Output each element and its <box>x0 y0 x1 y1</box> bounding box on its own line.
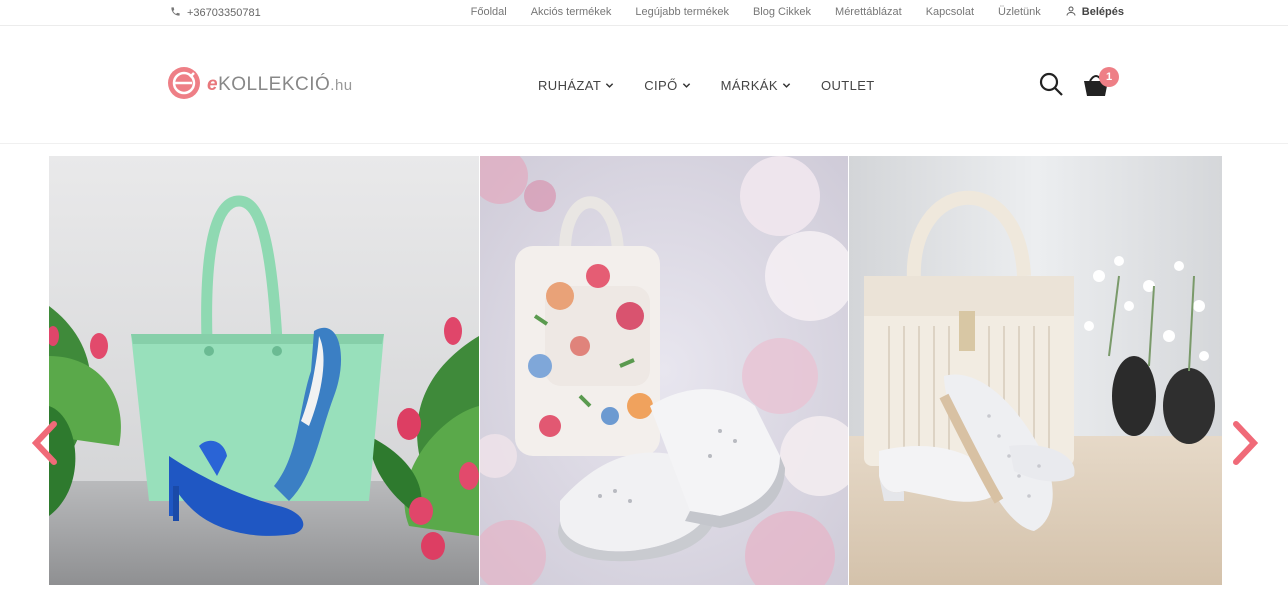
main-navigation: RUHÁZAT CIPŐ MÁRKÁK OUTLET <box>538 74 875 96</box>
nav-item-shoes[interactable]: CIPŐ <box>644 78 690 93</box>
top-link-store[interactable]: Üzletünk <box>998 6 1041 18</box>
cart-icon <box>1082 75 1110 102</box>
logo-tld: .hu <box>330 77 353 94</box>
hero-slider <box>49 156 1222 585</box>
slide-cream-handbag[interactable] <box>849 156 1222 585</box>
nav-item-clothing[interactable]: RUHÁZAT <box>538 78 614 93</box>
slide-image <box>480 156 848 585</box>
slide-image <box>849 156 1222 585</box>
top-link-sale[interactable]: Akciós termékek <box>531 6 612 18</box>
chevron-left-icon <box>30 421 60 470</box>
chevron-down-icon <box>682 78 691 93</box>
slider-prev-button[interactable] <box>30 420 60 466</box>
site-header: eKOLLEKCIÓ.hu RUHÁZAT CIPŐ MÁRKÁK OUTLET <box>0 26 1288 144</box>
chevron-right-icon <box>1230 421 1260 470</box>
search-icon <box>1038 72 1064 101</box>
logo-wordmark: eKOLLEKCIÓ.hu <box>207 74 353 96</box>
site-logo[interactable]: eKOLLEKCIÓ.hu <box>167 66 353 105</box>
top-link-size-chart[interactable]: Mérettáblázat <box>835 6 902 18</box>
nav-label: CIPŐ <box>644 77 678 93</box>
nav-label: OUTLET <box>820 77 875 93</box>
nav-label: RUHÁZAT <box>538 77 602 93</box>
top-links: Főoldal Akciós termékek Legújabb terméke… <box>471 4 1124 20</box>
nav-label: MÁRKÁK <box>720 77 778 93</box>
top-link-newest[interactable]: Legújabb termékek <box>635 6 729 18</box>
phone-contact[interactable]: +36703350781 <box>170 5 261 20</box>
search-button[interactable] <box>1038 71 1064 97</box>
nav-item-brands[interactable]: MÁRKÁK <box>721 78 791 93</box>
top-link-home[interactable]: Főoldal <box>471 6 507 18</box>
phone-number: +36703350781 <box>187 6 261 19</box>
phone-icon <box>170 6 181 20</box>
chevron-down-icon <box>782 78 791 93</box>
top-link-blog[interactable]: Blog Cikkek <box>753 6 811 18</box>
top-link-contact[interactable]: Kapcsolat <box>926 6 974 18</box>
slide-floral-backpack[interactable] <box>480 156 848 585</box>
slide-mint-tote[interactable] <box>49 156 479 585</box>
login-label: Belépés <box>1081 6 1124 18</box>
chevron-down-icon <box>605 78 614 93</box>
logo-mark-icon <box>167 66 201 105</box>
top-utility-bar: +36703350781 Főoldal Akciós termékek Leg… <box>0 0 1288 26</box>
logo-e: e <box>207 74 219 95</box>
user-icon <box>1065 5 1077 20</box>
logo-main: KOLLEKCIÓ <box>218 74 331 95</box>
cart-count-badge: 1 <box>1099 67 1119 87</box>
nav-item-outlet[interactable]: OUTLET <box>821 78 875 93</box>
slide-image <box>49 156 479 585</box>
slider-next-button[interactable] <box>1230 420 1260 466</box>
login-link[interactable]: Belépés <box>1065 5 1124 20</box>
